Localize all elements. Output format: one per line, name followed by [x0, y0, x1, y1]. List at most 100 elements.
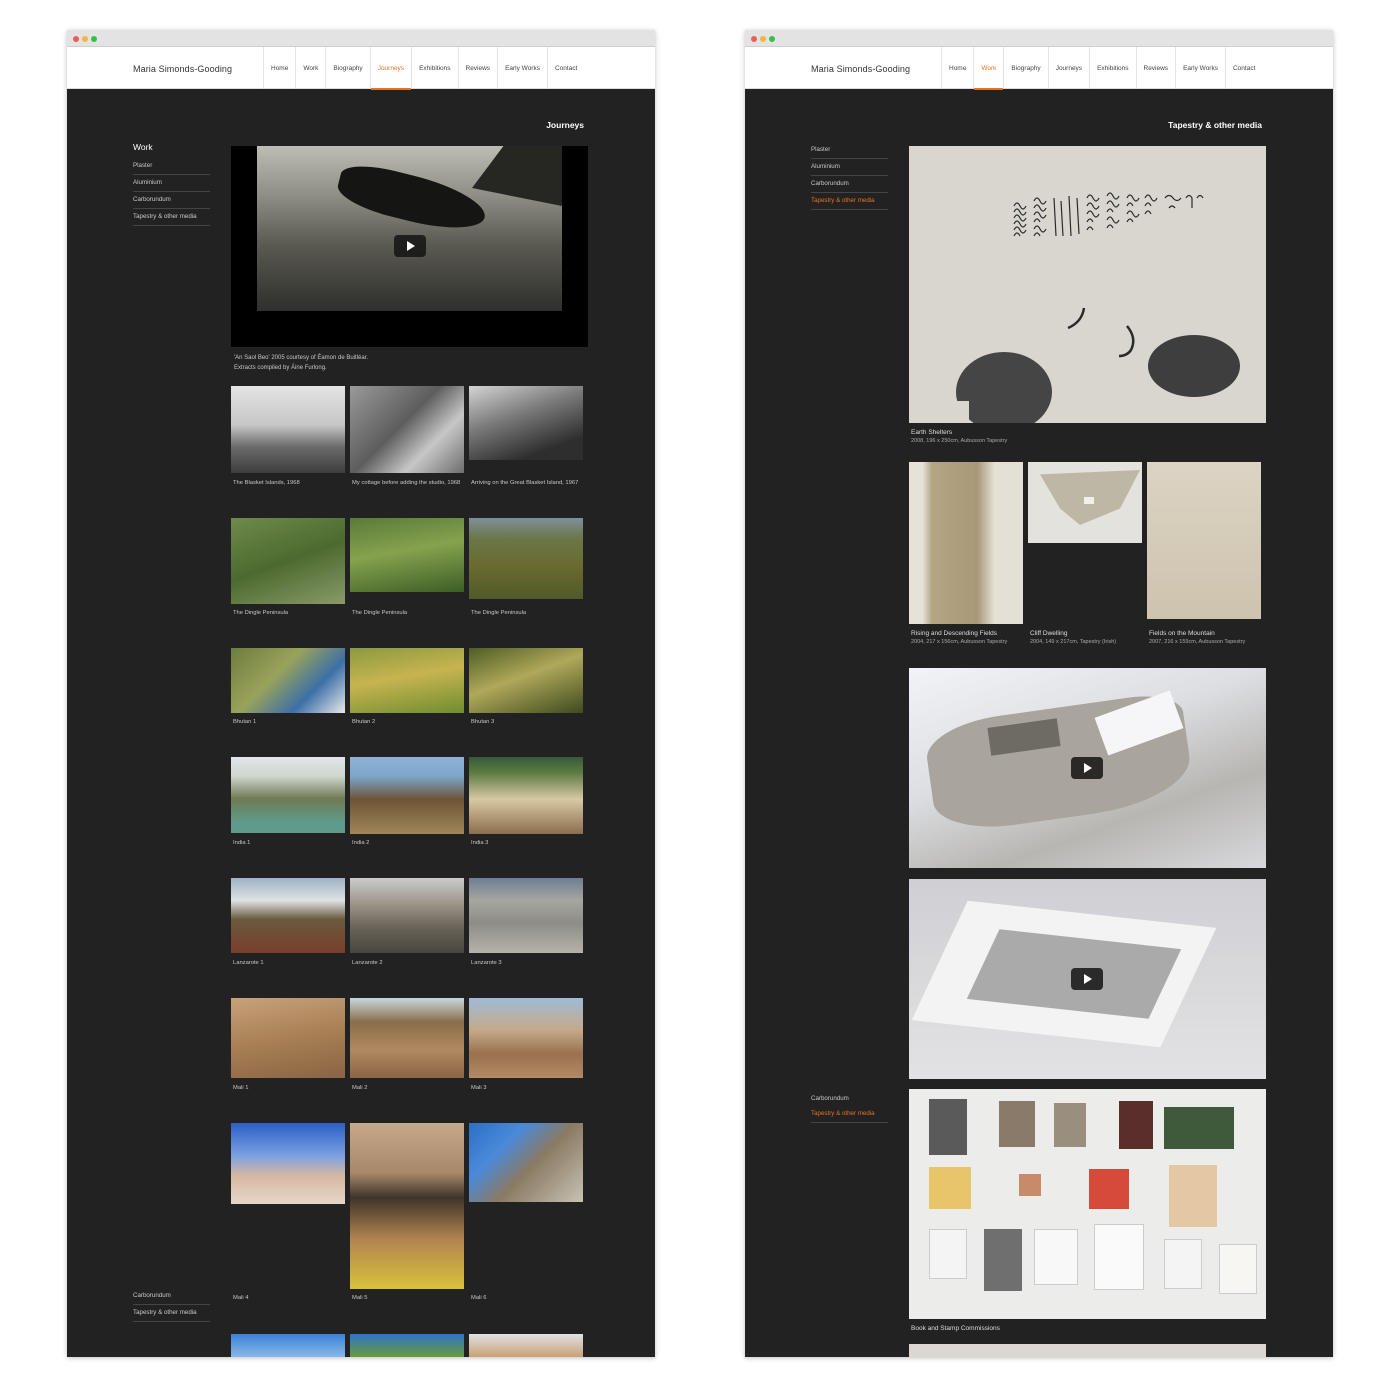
nav-home[interactable]: Home — [263, 47, 295, 89]
sidebar-item-tapestry[interactable]: Tapestry & other media — [133, 1305, 210, 1322]
site-logo[interactable]: Maria Simonds-Gooding — [133, 64, 232, 74]
play-icon[interactable] — [394, 235, 426, 257]
gallery-caption: Mali 1 — [233, 1085, 249, 1091]
gallery-thumb[interactable] — [350, 1334, 464, 1357]
artwork-caption: Cliff Dwelling 2004, 149 x 217cm, Tapest… — [1030, 629, 1140, 647]
nav-exhibitions[interactable]: Exhibitions — [411, 47, 457, 89]
sidebar-item-aluminium[interactable]: Aluminium — [133, 175, 210, 192]
gallery-thumb[interactable] — [469, 878, 583, 953]
minimize-icon[interactable] — [760, 36, 766, 42]
gallery-caption: India 1 — [233, 840, 251, 846]
page-title: Journeys — [546, 120, 584, 130]
nav-contact[interactable]: Contact — [1224, 47, 1262, 89]
nav-early-works[interactable]: Early Works — [1175, 47, 1225, 89]
sidebar-item-carborundum[interactable]: Carborundum — [133, 1288, 210, 1305]
sidebar-item-plaster[interactable]: Plaster — [133, 158, 210, 175]
nav-early-works[interactable]: Early Works — [497, 47, 547, 89]
boat-shape — [333, 158, 491, 239]
gallery-thumb[interactable] — [469, 1334, 583, 1357]
browser-chrome — [745, 30, 1333, 47]
gallery-thumb[interactable] — [231, 757, 345, 833]
gallery-thumb[interactable] — [469, 998, 583, 1078]
artwork-title: Rising and Descending Fields — [911, 630, 997, 637]
gallery-thumb[interactable] — [469, 648, 583, 713]
artwork-title: Earth Shelters — [911, 429, 953, 436]
gallery-thumb[interactable] — [469, 757, 583, 834]
nav-reviews[interactable]: Reviews — [1135, 47, 1176, 89]
artwork-image[interactable] — [909, 1089, 1266, 1319]
gallery-caption: Mali 3 — [471, 1085, 487, 1091]
sidebar-item-carborundum[interactable]: Carborundum — [811, 1095, 888, 1106]
nav-biography[interactable]: Biography — [1003, 47, 1047, 89]
nav-contact[interactable]: Contact — [546, 47, 584, 89]
artwork-image[interactable] — [1028, 462, 1142, 543]
artwork-image[interactable] — [1147, 462, 1261, 619]
gallery-thumb[interactable] — [231, 648, 345, 713]
nav-home[interactable]: Home — [941, 47, 973, 89]
artwork-title: Fields on the Mountain — [1149, 630, 1215, 637]
sidebar-item-carborundum[interactable]: Carborundum — [133, 192, 210, 209]
nav-work[interactable]: Work — [295, 47, 325, 89]
sidebar-item-tapestry[interactable]: Tapestry & other media — [811, 1106, 888, 1123]
gallery-thumb[interactable] — [231, 998, 345, 1078]
gallery-caption: Bhutan 2 — [352, 719, 376, 725]
gallery-thumb[interactable] — [350, 878, 464, 953]
artwork-title: Cliff Dwelling — [1030, 630, 1068, 637]
gallery-thumb[interactable] — [469, 1123, 583, 1202]
video-player[interactable] — [231, 146, 588, 347]
gallery-thumb[interactable] — [231, 386, 345, 473]
gallery-caption: Bhutan 1 — [233, 719, 257, 725]
earth-shelters-artwork — [909, 192, 1240, 423]
close-icon[interactable] — [73, 36, 79, 42]
gallery-thumb[interactable] — [231, 878, 345, 953]
sidebar-item-tapestry[interactable]: Tapestry & other media — [811, 193, 888, 210]
nav-journeys[interactable]: Journeys — [369, 47, 412, 90]
gallery-caption: Mali 6 — [471, 1295, 487, 1301]
video-player[interactable] — [909, 668, 1266, 868]
artwork-image[interactable] — [909, 146, 1266, 423]
gallery-thumb[interactable] — [350, 757, 464, 834]
sticky-sidebar: Carborundum Tapestry & other media — [811, 1095, 888, 1123]
sidebar-item-carborundum[interactable]: Carborundum — [811, 176, 888, 193]
video-player[interactable] — [909, 879, 1266, 1079]
sidebar-item-aluminium[interactable]: Aluminium — [811, 159, 888, 176]
gallery-thumb[interactable] — [350, 648, 464, 713]
maximize-icon[interactable] — [769, 36, 775, 42]
gallery-thumb[interactable] — [350, 518, 464, 592]
gallery-thumb[interactable] — [231, 518, 345, 604]
gallery-caption: The Dingle Peninsula — [352, 610, 408, 616]
gallery-thumb[interactable] — [231, 1123, 345, 1204]
artwork-caption: Earth Shelters 2008, 196 x 250cm, Aubuss… — [911, 428, 1091, 446]
play-icon[interactable] — [1071, 968, 1103, 990]
gallery-thumb[interactable] — [469, 386, 583, 460]
nav-biography[interactable]: Biography — [325, 47, 369, 89]
artwork-image[interactable] — [909, 462, 1023, 624]
browser-chrome — [67, 30, 655, 47]
sidebar-item-plaster[interactable]: Plaster — [811, 142, 888, 159]
sidebar-heading[interactable]: Work — [133, 142, 153, 152]
gallery-thumb[interactable] — [231, 1334, 345, 1357]
video-frame — [257, 146, 562, 311]
nav-exhibitions[interactable]: Exhibitions — [1089, 47, 1135, 89]
play-icon[interactable] — [1071, 757, 1103, 779]
close-icon[interactable] — [751, 36, 757, 42]
artwork-image[interactable] — [909, 1344, 1266, 1357]
minimize-icon[interactable] — [82, 36, 88, 42]
sidebar-item-tapestry[interactable]: Tapestry & other media — [133, 209, 210, 226]
site-header: Maria Simonds-Gooding Home Work Biograph… — [745, 47, 1333, 90]
maximize-icon[interactable] — [91, 36, 97, 42]
artwork-title: Book and Stamp Commissions — [911, 1325, 1000, 1332]
nav-work[interactable]: Work — [973, 47, 1004, 90]
main-nav: Home Work Biography Journeys Exhibitions… — [941, 47, 1262, 90]
nav-journeys[interactable]: Journeys — [1047, 47, 1089, 89]
gallery-thumb[interactable] — [350, 1123, 464, 1289]
gallery-caption: India 3 — [471, 840, 489, 846]
sidebar: Plaster Aluminium Carborundum Tapestry &… — [133, 158, 210, 226]
nav-reviews[interactable]: Reviews — [457, 47, 498, 89]
gallery-thumb[interactable] — [350, 998, 464, 1078]
gallery-caption: Lanzarote 1 — [233, 960, 264, 966]
gallery-thumb[interactable] — [469, 518, 583, 599]
gallery-thumb[interactable] — [350, 386, 464, 473]
gallery-caption: Mali 5 — [352, 1295, 368, 1301]
site-logo[interactable]: Maria Simonds-Gooding — [811, 64, 910, 74]
